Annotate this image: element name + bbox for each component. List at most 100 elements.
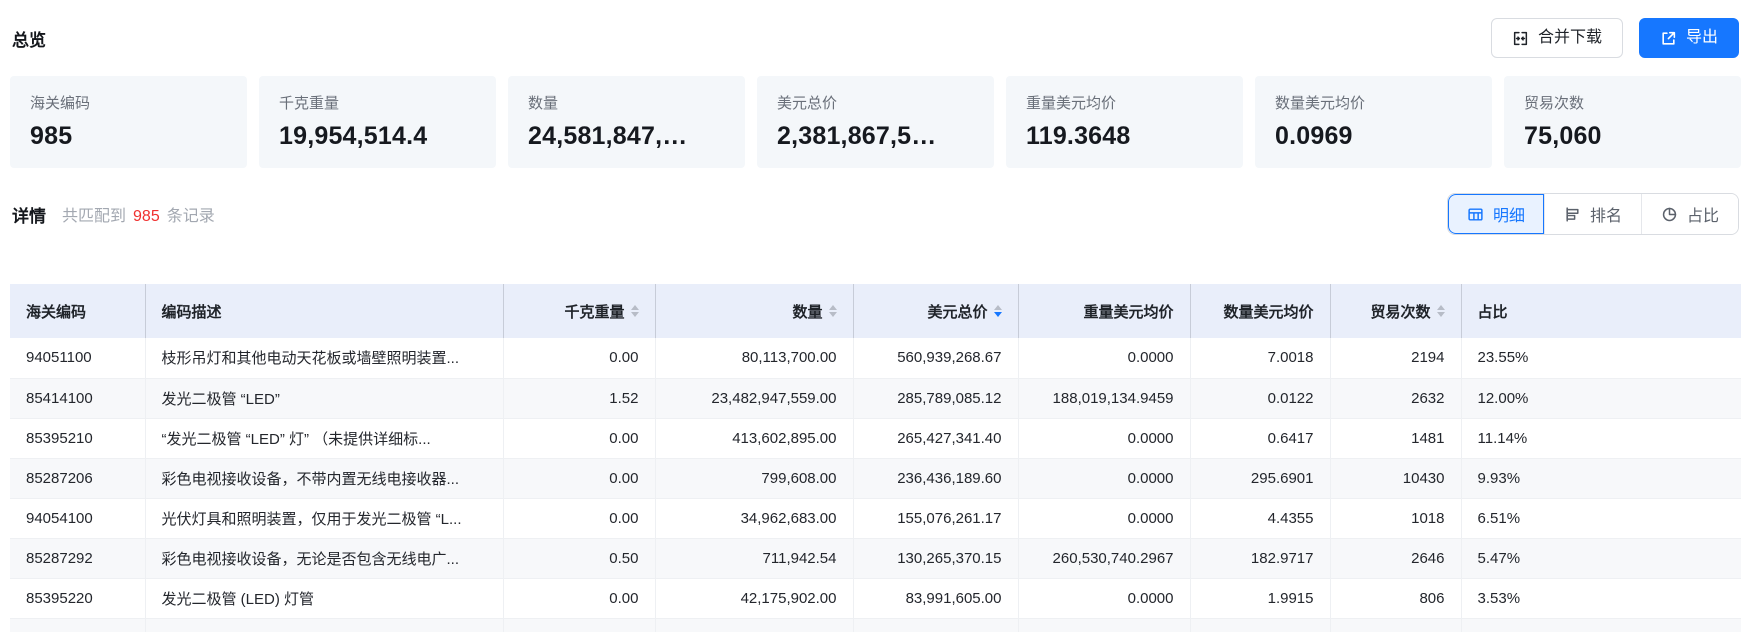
cell-编码描述: 发光二极管 (LED) 灯管 — [145, 578, 503, 618]
cell-重量美元均价: 260,530,740.2967 — [1018, 538, 1190, 578]
cell-占比: 5.47% — [1461, 538, 1741, 578]
column-header-2[interactable]: 千克重量 — [503, 284, 655, 338]
cell-美元总价: 285,789,085.12 — [853, 378, 1018, 418]
cell-数量美元均价: 295.6901 — [1190, 458, 1330, 498]
cell-数量美元均价: 0.0122 — [1190, 378, 1330, 418]
cell-贸易次数: 1018 — [1330, 498, 1461, 538]
column-label: 贸易次数 — [1370, 301, 1430, 322]
column-label: 编码描述 — [162, 301, 222, 322]
sort-carets — [994, 305, 1002, 317]
column-header-8: 占比 — [1461, 284, 1741, 338]
stat-value: 985 — [30, 122, 227, 151]
column-header-7[interactable]: 贸易次数 — [1330, 284, 1461, 338]
cell-编码描述: 彩色电视接收设备，不带内置无线电接收器... — [145, 458, 503, 498]
cell-千克重量: 0.50 — [503, 538, 655, 578]
cell-海关编码: 85414100 — [10, 378, 145, 418]
stat-label: 海关编码 — [30, 92, 227, 113]
column-label: 千克重量 — [564, 301, 624, 322]
stat-card-6: 贸易次数75,060 — [1504, 76, 1741, 168]
cell-编码描述: “发光二极管 “LED” 灯” （未提供详细标... — [145, 418, 503, 458]
topbar: 总览 合并下载 导出 — [10, 16, 1741, 60]
cell-数量: 799,608.00 — [655, 458, 853, 498]
cell-占比: 23.55% — [1461, 338, 1741, 378]
stat-value: 119.3648 — [1026, 122, 1223, 151]
stat-card-4: 重量美元均价 119.3648 — [1006, 76, 1243, 168]
cell-贸易次数: 2194 — [1330, 338, 1461, 378]
tab-label: 占比 — [1687, 202, 1719, 226]
stat-card-3: 美元总价2,381,867,5… — [757, 76, 994, 168]
table-header-row: 海关编码 编码描述 千克重量 数量 美元总价 重量美元均价数量美元均价 贸易次数 占比 — [10, 284, 1741, 338]
cell-美元总价: 83,991,605.00 — [853, 578, 1018, 618]
table-row-6: 85395220发光二极管 (LED) 灯管0.0042,175,902.008… — [10, 578, 1741, 618]
records-table-wrap: 海关编码编码描述千克重量数量美元总价重量美元均价数量美元均价贸易次数占比 940… — [10, 284, 1741, 632]
table-row-partial — [10, 618, 1741, 632]
column-label: 占比 — [1478, 301, 1508, 322]
export-button[interactable]: 导出 — [1639, 18, 1739, 58]
stat-value: 24,581,847,… — [528, 122, 725, 151]
tab-ranking[interactable]: 排名 — [1544, 194, 1641, 234]
cell-占比: 9.93% — [1461, 458, 1741, 498]
cell-千克重量: 1.52 — [503, 378, 655, 418]
tab-detail[interactable]: 明细 — [1448, 194, 1544, 234]
cell-贸易次数: 1481 — [1330, 418, 1461, 458]
cell-重量美元均价: 0.0000 — [1018, 578, 1190, 618]
stat-label: 千克重量 — [279, 92, 476, 113]
column-header-5: 重量美元均价 — [1018, 284, 1190, 338]
pie-chart-icon — [1661, 206, 1678, 223]
cell-千克重量: 0.00 — [503, 498, 655, 538]
stat-label: 数量 — [528, 92, 725, 113]
cell-千克重量: 0.00 — [503, 458, 655, 498]
column-label: 海关编码 — [26, 301, 86, 322]
merge-cells-icon — [1512, 30, 1529, 47]
sort-carets — [1437, 305, 1445, 317]
cell-编码描述: 枝形吊灯和其他电动天花板或墙壁照明装置... — [145, 338, 503, 378]
stat-label: 美元总价 — [777, 92, 974, 113]
details-left: 详情 共匹配到985条记录 — [12, 202, 215, 227]
column-header-4[interactable]: 美元总价 — [853, 284, 1018, 338]
column-header-3[interactable]: 数量 — [655, 284, 853, 338]
details-bar: 详情 共匹配到985条记录 明细排名 占比 — [10, 194, 1741, 234]
cell-占比: 3.53% — [1461, 578, 1741, 618]
cell-美元总价: 130,265,370.15 — [853, 538, 1018, 578]
cell-重量美元均价: 0.0000 — [1018, 498, 1190, 538]
cell-美元总价: 236,436,189.60 — [853, 458, 1018, 498]
stat-label: 重量美元均价 — [1026, 92, 1223, 113]
column-label: 重量美元均价 — [1083, 301, 1173, 322]
cell-数量美元均价: 7.0018 — [1190, 338, 1330, 378]
cell-数量美元均价: 182.9717 — [1190, 538, 1330, 578]
cell-海关编码: 85287206 — [10, 458, 145, 498]
cell-数量: 23,482,947,559.00 — [655, 378, 853, 418]
cell-数量: 413,602,895.00 — [655, 418, 853, 458]
cell-数量: 711,942.54 — [655, 538, 853, 578]
cell-美元总价: 560,939,268.67 — [853, 338, 1018, 378]
cell-贸易次数: 2632 — [1330, 378, 1461, 418]
sort-carets — [631, 305, 639, 317]
column-header-6: 数量美元均价 — [1190, 284, 1330, 338]
export-button-label: 导出 — [1686, 30, 1718, 46]
stats-row: 海关编码 985 千克重量 19,954,514.4 数量 24,581,847,… 美元总… — [10, 76, 1741, 168]
export-icon — [1660, 30, 1677, 47]
cell-占比: 6.51% — [1461, 498, 1741, 538]
tab-label: 明细 — [1493, 202, 1525, 226]
cell-数量美元均价: 1.9915 — [1190, 578, 1330, 618]
cell-占比: 11.14% — [1461, 418, 1741, 458]
cell-编码描述: 光伏灯具和照明装置，仅用于发光二极管 “L... — [145, 498, 503, 538]
cell-美元总价: 155,076,261.17 — [853, 498, 1018, 538]
cell-千克重量: 0.00 — [503, 418, 655, 458]
page-title: 总览 — [12, 26, 46, 51]
column-label: 数量 — [792, 301, 822, 322]
cell-重量美元均价: 0.0000 — [1018, 458, 1190, 498]
cell-重量美元均价: 188,019,134.9459 — [1018, 378, 1190, 418]
topbar-actions: 合并下载 导出 — [1491, 18, 1739, 58]
stat-label: 数量美元均价 — [1275, 92, 1472, 113]
stat-card-1: 千克重量 19,954,514.4 — [259, 76, 496, 168]
cell-千克重量: 0.00 — [503, 578, 655, 618]
tab-proportion[interactable]: 占比 — [1641, 194, 1738, 234]
merge-download-button[interactable]: 合并下载 — [1491, 18, 1623, 58]
cell-海关编码: 85395210 — [10, 418, 145, 458]
ranking-icon — [1564, 206, 1581, 223]
stat-value: 19,954,514.4 — [279, 122, 476, 151]
cell-数量: 34,962,683.00 — [655, 498, 853, 538]
table-row-1: 85414100发光二极管 “LED”1.5223,482,947,559.00… — [10, 378, 1741, 418]
match-summary: 共匹配到985条记录 — [62, 202, 215, 226]
